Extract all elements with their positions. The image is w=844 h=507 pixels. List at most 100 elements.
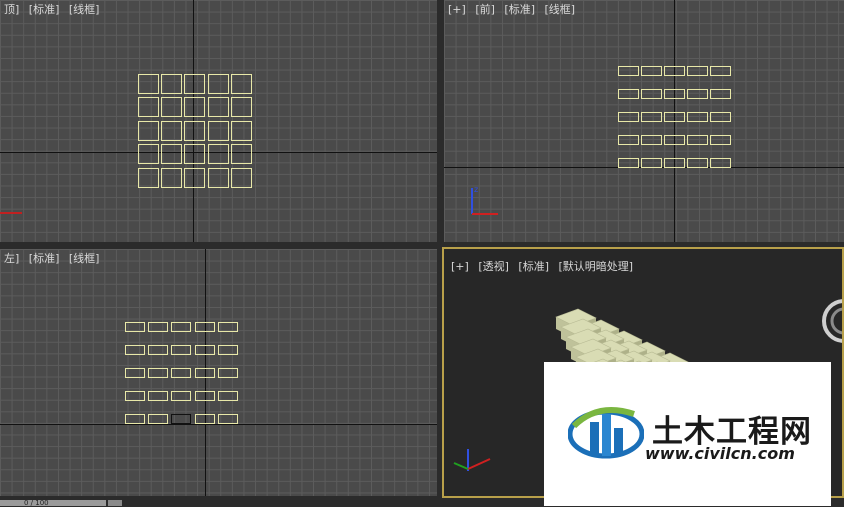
wire-box[interactable] [148, 345, 169, 355]
wire-box[interactable] [664, 112, 685, 122]
wire-box[interactable] [125, 345, 145, 355]
wire-box[interactable] [161, 74, 183, 94]
top-display-menu[interactable]: [线框] [69, 3, 100, 16]
wire-box[interactable] [194, 368, 215, 378]
front-plus-menu[interactable]: [+] [448, 3, 466, 16]
watermark: 土木工程网 www.civilcn.com [544, 362, 831, 506]
wire-box[interactable] [138, 167, 159, 188]
wire-box[interactable] [138, 120, 159, 141]
wire-box[interactable] [230, 144, 252, 165]
wire-box[interactable] [641, 89, 662, 99]
wire-box[interactable] [171, 391, 192, 401]
wire-box[interactable] [618, 66, 639, 76]
wire-box[interactable] [710, 158, 731, 168]
wire-box[interactable] [217, 368, 238, 378]
viewcube-icon[interactable] [822, 297, 844, 345]
wire-box[interactable] [161, 120, 183, 141]
wire-box[interactable] [138, 74, 159, 94]
viewport-left[interactable]: 左] [标准] [线框] [0, 249, 437, 496]
wire-box[interactable] [217, 322, 238, 332]
persp-display-menu[interactable]: [默认明暗处理] [559, 260, 634, 273]
axis-gizmo-icon: z [471, 185, 498, 215]
persp-view-menu[interactable]: [透视] [478, 260, 509, 273]
wire-box[interactable] [184, 167, 206, 188]
wire-box[interactable] [207, 144, 229, 165]
wire-box[interactable] [217, 391, 238, 401]
wire-box[interactable] [184, 97, 206, 118]
wire-box[interactable] [664, 89, 685, 99]
wire-box[interactable] [641, 66, 662, 76]
wire-box[interactable] [217, 345, 238, 355]
wire-box[interactable] [664, 66, 685, 76]
wire-box[interactable] [148, 322, 169, 332]
wire-box[interactable] [618, 158, 639, 168]
wire-box[interactable] [230, 120, 252, 141]
wire-box[interactable] [230, 97, 252, 118]
wire-box[interactable] [207, 74, 229, 94]
wire-box[interactable] [230, 167, 252, 188]
wire-box[interactable] [125, 322, 145, 332]
persp-plus-menu[interactable]: [+] [451, 260, 469, 273]
wire-box[interactable] [184, 74, 206, 94]
front-view-menu[interactable]: [前] [475, 3, 495, 16]
wire-box[interactable] [161, 167, 183, 188]
viewport-front[interactable]: [+] [前] [标准] [线框] z [444, 0, 844, 242]
wire-box[interactable] [710, 66, 731, 76]
wire-box[interactable] [161, 144, 183, 165]
wire-box[interactable] [687, 158, 708, 168]
wire-box[interactable] [125, 368, 145, 378]
wire-box[interactable] [710, 112, 731, 122]
wire-box[interactable] [687, 89, 708, 99]
wire-box[interactable] [138, 144, 159, 165]
wire-box[interactable] [184, 120, 206, 141]
wire-box[interactable] [641, 135, 662, 145]
wire-box[interactable] [148, 391, 169, 401]
wire-box[interactable] [125, 391, 145, 401]
wire-box[interactable] [618, 89, 639, 99]
left-display-menu[interactable]: [线框] [69, 252, 100, 265]
wire-box[interactable] [687, 66, 708, 76]
axis-gizmo-icon [453, 449, 491, 471]
viewport-front-label: [+] [前] [标准] [线框] [448, 1, 581, 17]
wire-box[interactable] [194, 322, 215, 332]
wire-box[interactable] [641, 158, 662, 168]
wire-box[interactable] [207, 167, 229, 188]
wire-box[interactable] [664, 158, 685, 168]
time-slider-next-button[interactable] [108, 500, 122, 506]
wire-box[interactable] [207, 120, 229, 141]
wire-box[interactable] [687, 112, 708, 122]
wire-box[interactable] [194, 345, 215, 355]
wire-box[interactable] [148, 368, 169, 378]
wire-box[interactable] [687, 135, 708, 145]
wire-box[interactable] [194, 391, 215, 401]
wire-box[interactable] [194, 414, 215, 424]
front-shading-menu[interactable]: [标准] [504, 3, 535, 16]
wire-box[interactable] [217, 414, 238, 424]
wire-box[interactable] [171, 345, 192, 355]
viewport-top[interactable]: 顶] [标准] [线框] [0, 0, 437, 242]
left-view-menu[interactable]: 左] [4, 252, 19, 265]
wire-box[interactable] [125, 414, 145, 424]
wire-box[interactable] [618, 112, 639, 122]
wire-box[interactable] [171, 322, 192, 332]
top-shading-menu[interactable]: [标准] [29, 3, 60, 16]
wire-box[interactable] [171, 414, 192, 424]
wire-box[interactable] [138, 97, 159, 118]
persp-shading-menu[interactable]: [标准] [518, 260, 549, 273]
front-display-menu[interactable]: [线框] [545, 3, 576, 16]
wire-box[interactable] [184, 144, 206, 165]
time-slider[interactable]: 0 / 100 [0, 500, 106, 507]
wire-box[interactable] [641, 112, 662, 122]
watermark-url: www.civilcn.com [645, 444, 795, 463]
wire-box[interactable] [710, 89, 731, 99]
wire-box[interactable] [618, 135, 639, 145]
wire-box[interactable] [664, 135, 685, 145]
wire-box[interactable] [710, 135, 731, 145]
top-view-menu[interactable]: 顶] [4, 3, 19, 16]
wire-box[interactable] [230, 74, 252, 94]
wire-box[interactable] [171, 368, 192, 378]
wire-box[interactable] [207, 97, 229, 118]
wire-box[interactable] [148, 414, 169, 424]
wire-box[interactable] [161, 97, 183, 118]
left-shading-menu[interactable]: [标准] [29, 252, 60, 265]
